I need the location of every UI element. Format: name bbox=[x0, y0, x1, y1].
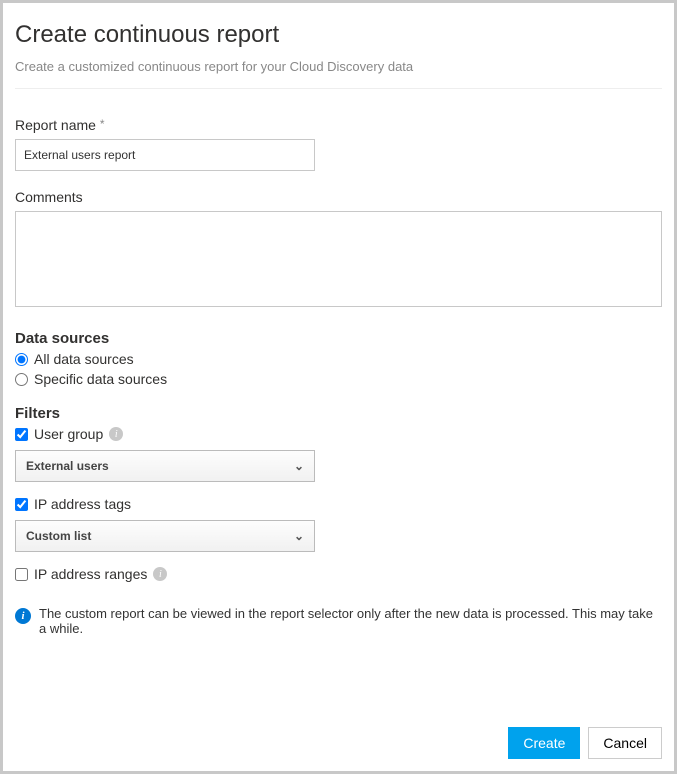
check-ip-tags-label: IP address tags bbox=[34, 496, 131, 512]
create-report-dialog: Create continuous report Create a custom… bbox=[3, 3, 674, 771]
page-title: Create continuous report bbox=[15, 21, 662, 49]
info-note-text: The custom report can be viewed in the r… bbox=[39, 606, 662, 636]
user-group-dropdown[interactable]: External users ⌄ bbox=[15, 450, 315, 482]
report-name-label-text: Report name bbox=[15, 117, 96, 133]
check-user-group[interactable]: User group i bbox=[15, 426, 662, 442]
check-ip-ranges-label: IP address ranges bbox=[34, 566, 147, 582]
chevron-down-icon: ⌄ bbox=[294, 529, 304, 543]
radio-all-data-sources[interactable]: All data sources bbox=[15, 351, 662, 367]
data-sources-section: Data sources All data sources Specific d… bbox=[15, 330, 662, 387]
radio-specific-input[interactable] bbox=[15, 373, 28, 386]
create-button[interactable]: Create bbox=[508, 727, 580, 759]
user-group-selected: External users bbox=[26, 459, 109, 473]
check-ip-tags-input[interactable] bbox=[15, 498, 28, 511]
info-icon: i bbox=[153, 567, 167, 581]
dialog-footer: Create Cancel bbox=[508, 727, 662, 759]
radio-specific-data-sources[interactable]: Specific data sources bbox=[15, 371, 662, 387]
data-sources-heading: Data sources bbox=[15, 330, 662, 347]
radio-specific-label: Specific data sources bbox=[34, 371, 167, 387]
info-icon: i bbox=[109, 427, 123, 441]
chevron-down-icon: ⌄ bbox=[294, 459, 304, 473]
info-note: i The custom report can be viewed in the… bbox=[15, 606, 662, 636]
check-ip-ranges-input[interactable] bbox=[15, 568, 28, 581]
cancel-button[interactable]: Cancel bbox=[588, 727, 662, 759]
radio-all-input[interactable] bbox=[15, 353, 28, 366]
report-name-input[interactable] bbox=[15, 139, 315, 171]
check-ip-ranges[interactable]: IP address ranges i bbox=[15, 566, 662, 582]
report-name-label: Report name * bbox=[15, 117, 662, 133]
required-asterisk: * bbox=[100, 117, 105, 131]
ip-tags-dropdown[interactable]: Custom list ⌄ bbox=[15, 520, 315, 552]
check-ip-tags[interactable]: IP address tags bbox=[15, 496, 662, 512]
page-subtitle: Create a customized continuous report fo… bbox=[15, 59, 662, 89]
comments-label: Comments bbox=[15, 189, 662, 205]
comments-section: Comments bbox=[15, 189, 662, 312]
check-user-group-input[interactable] bbox=[15, 428, 28, 441]
report-name-section: Report name * bbox=[15, 117, 662, 171]
radio-all-label: All data sources bbox=[34, 351, 134, 367]
comments-input[interactable] bbox=[15, 211, 662, 307]
filters-section: Filters User group i External users ⌄ IP… bbox=[15, 405, 662, 582]
filters-heading: Filters bbox=[15, 405, 662, 422]
ip-tags-selected: Custom list bbox=[26, 529, 91, 543]
info-circle-icon: i bbox=[15, 608, 31, 624]
check-user-group-label: User group bbox=[34, 426, 103, 442]
